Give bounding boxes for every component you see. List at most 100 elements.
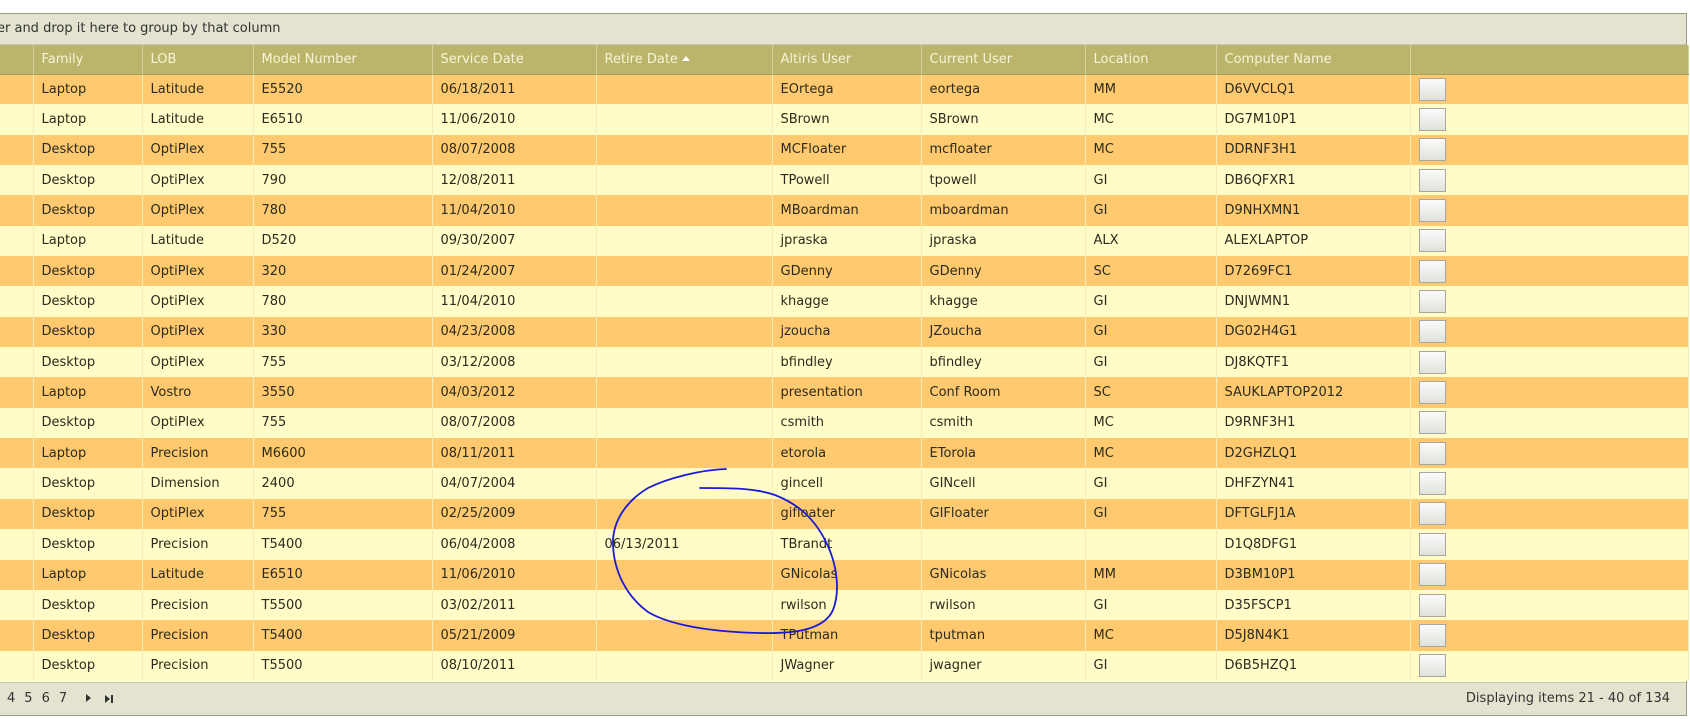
cell-service: 08/10/2011 [432, 650, 597, 681]
page-link-6[interactable]: 6 [42, 691, 50, 706]
cell-altiris: EOrtega [772, 74, 922, 105]
cell-service: 08/07/2008 [432, 134, 597, 166]
cell-family: Desktop [33, 256, 143, 287]
cell-current: SBrown [921, 104, 1086, 135]
table-row[interactable]: Laptop Latitude E6510 11/06/2010 SBrown SBrow… [0, 104, 1689, 135]
cell-current: GIFloater [921, 498, 1086, 530]
row-action-button[interactable] [1418, 259, 1446, 283]
cell-altiris: jpraska [772, 225, 922, 257]
next-page-icon[interactable] [86, 694, 92, 702]
page-link-5[interactable]: 5 [24, 691, 32, 706]
cell-computer: DNJWMN1 [1216, 286, 1411, 317]
cell-retire [596, 407, 773, 439]
row-action-button[interactable] [1418, 229, 1446, 253]
column-header-c0[interactable] [0, 45, 34, 75]
table-row[interactable]: Desktop Precision T5500 08/10/2011 JWagner jw… [0, 650, 1689, 681]
row-action-button[interactable] [1418, 563, 1446, 587]
column-header-action[interactable] [1410, 45, 1689, 75]
row-action-button[interactable] [1418, 320, 1446, 344]
column-header-current[interactable]: Current User [921, 45, 1086, 75]
row-action-button[interactable] [1418, 623, 1446, 647]
row-action-cell [1410, 529, 1689, 560]
column-header-model[interactable]: Model Number [253, 45, 433, 75]
cell-location: ALX [1085, 225, 1217, 257]
cell-retire [596, 620, 773, 651]
row-action-cell [1410, 468, 1689, 499]
cell-retire [596, 74, 773, 105]
row-indicator-cell [0, 165, 34, 196]
table-row[interactable]: Laptop Precision M6600 08/11/2011 etorola ETo… [0, 438, 1689, 469]
table-row[interactable]: Desktop OptiPlex 330 04/23/2008 jzoucha JZouc… [0, 316, 1689, 348]
table-row[interactable]: Laptop Latitude D520 09/30/2007 jpraska jpras… [0, 225, 1689, 257]
cell-location: MC [1085, 104, 1217, 135]
row-action-button[interactable] [1418, 593, 1446, 617]
row-action-button[interactable] [1418, 108, 1446, 132]
table-row[interactable]: Desktop OptiPlex 755 03/12/2008 bfindley bfin… [0, 347, 1689, 378]
cell-family: Desktop [33, 134, 143, 166]
column-header-family[interactable]: Family [33, 45, 143, 75]
row-action-cell [1410, 104, 1689, 135]
row-indicator-cell [0, 225, 34, 257]
column-header-label: Computer Name [1224, 51, 1332, 67]
column-header-service[interactable]: Service Date [432, 45, 597, 75]
column-header-lob[interactable]: LOB [142, 45, 254, 75]
cell-current: bfindley [921, 347, 1086, 378]
column-header-computer[interactable]: Computer Name [1216, 45, 1411, 75]
row-action-button[interactable] [1418, 138, 1446, 162]
cell-computer: D9NHXMN1 [1216, 195, 1411, 226]
row-action-button[interactable] [1418, 502, 1446, 526]
row-action-button[interactable] [1418, 472, 1446, 496]
cell-service: 11/06/2010 [432, 104, 597, 135]
table-row[interactable]: Laptop Vostro 3550 04/03/2012 presentation Co… [0, 377, 1689, 408]
row-action-button[interactable] [1418, 168, 1446, 192]
table-row[interactable]: Desktop OptiPlex 790 12/08/2011 TPowell tpowe… [0, 165, 1689, 196]
cell-lob: Latitude [142, 225, 254, 257]
column-header-location[interactable]: Location [1085, 45, 1217, 75]
cell-model: 755 [253, 498, 433, 530]
table-row[interactable]: Desktop Dimension 2400 04/07/2004 gincell GIN… [0, 468, 1689, 499]
row-action-button[interactable] [1418, 77, 1446, 101]
cell-location: SC [1085, 377, 1217, 408]
column-header-retire[interactable]: Retire Date [596, 45, 773, 75]
cell-family: Desktop [33, 316, 143, 348]
row-action-button[interactable] [1418, 350, 1446, 374]
row-action-button[interactable] [1418, 381, 1446, 405]
page-link-4[interactable]: 4 [7, 691, 15, 706]
row-action-button[interactable] [1418, 199, 1446, 223]
row-action-cell [1410, 195, 1689, 226]
table-row[interactable]: Desktop OptiPlex 755 08/07/2008 MCFloater mcf… [0, 134, 1689, 166]
table-row[interactable]: Laptop Latitude E6510 11/06/2010 GNicolas GNi… [0, 559, 1689, 590]
table-row[interactable]: Desktop OptiPlex 755 08/07/2008 csmith csmith… [0, 407, 1689, 439]
cell-family: Laptop [33, 74, 143, 105]
cell-retire [596, 498, 773, 530]
header-row: Family LOB Model Number Service Date Retire … [0, 45, 1689, 75]
cell-lob: OptiPlex [142, 165, 254, 196]
cell-current: mcfloater [921, 134, 1086, 166]
table-row[interactable]: Desktop OptiPlex 780 11/04/2010 MBoardman mbo… [0, 195, 1689, 226]
column-header-altiris[interactable]: Altiris User [772, 45, 922, 75]
last-page-icon[interactable] [105, 683, 114, 715]
table-row[interactable]: Desktop OptiPlex 320 01/24/2007 GDenny GDenny… [0, 256, 1689, 287]
pager-info: Displaying items 21 - 40 of 134 [1465, 691, 1670, 706]
row-action-button[interactable] [1418, 532, 1446, 556]
cell-altiris: rwilson [772, 589, 922, 621]
cell-model: 320 [253, 256, 433, 287]
table-row[interactable]: Desktop Precision T5400 06/04/2008 06/13/201… [0, 529, 1689, 560]
table-row[interactable]: Desktop OptiPlex 755 02/25/2009 gifloater GIF… [0, 498, 1689, 530]
cell-family: Desktop [33, 589, 143, 621]
table-row[interactable]: Desktop Precision T5500 03/02/2011 rwilson rw… [0, 589, 1689, 621]
row-indicator-cell [0, 468, 34, 499]
group-by-drop-area[interactable]: er and drop it here to group by that col… [0, 14, 1686, 45]
row-action-cell [1410, 165, 1689, 196]
page-link-7[interactable]: 7 [59, 691, 67, 706]
table-row[interactable]: Desktop Precision T5400 05/21/2009 TPutman tp… [0, 620, 1689, 651]
row-action-button[interactable] [1418, 654, 1446, 678]
row-indicator-cell [0, 195, 34, 226]
row-action-button[interactable] [1418, 411, 1446, 435]
row-action-button[interactable] [1418, 290, 1446, 314]
row-indicator-cell [0, 438, 34, 469]
table-row[interactable]: Laptop Latitude E5520 06/18/2011 EOrtega eort… [0, 74, 1689, 105]
row-action-button[interactable] [1418, 441, 1446, 465]
table-row[interactable]: Desktop OptiPlex 780 11/04/2010 khagge khagge… [0, 286, 1689, 317]
cell-retire [596, 650, 773, 681]
